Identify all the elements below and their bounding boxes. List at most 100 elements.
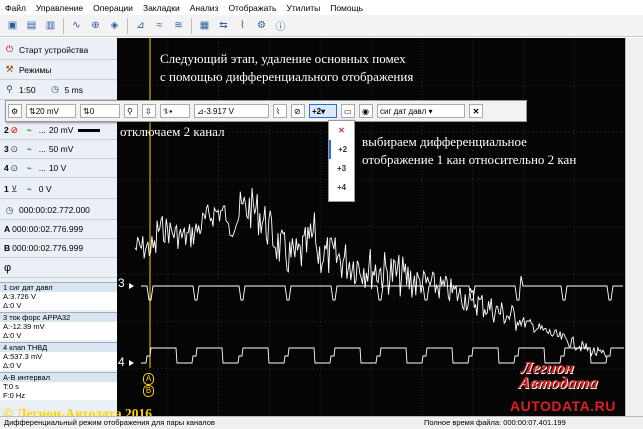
dropdown-item-4[interactable]: +4 — [329, 178, 354, 197]
coupling-select[interactable]: ⥮▾ — [160, 104, 190, 118]
color-icon[interactable]: ◉ — [359, 104, 373, 118]
menu-operations[interactable]: Операции — [88, 3, 138, 13]
info-icon[interactable]: ⓘ — [273, 18, 288, 33]
channel-3-level-marker — [129, 283, 134, 289]
print-icon[interactable]: ▥ — [43, 18, 58, 33]
panel-header-3: 4 клап ТНВД — [0, 342, 117, 352]
cursor-b-row[interactable]: B 000:00:02.776.999 — [0, 239, 117, 258]
menu-bar: Файл Управление Операции Закладки Анализ… — [0, 0, 643, 16]
open-icon[interactable]: ▣ — [5, 18, 20, 33]
annotation-diff-2: отображение 1 кан относительно 2 кан — [362, 152, 577, 167]
sidebar: ⏻ Старт устройства ⚒ Режимы ⚲ 1:50 ◷ 5 m… — [0, 38, 118, 416]
disabled-icon[interactable]: ⊘ — [9, 125, 20, 136]
offset-select[interactable]: ⇅0 — [80, 104, 120, 118]
vertical-scrollbar[interactable] — [625, 38, 643, 416]
main-toolbar: ▣ ▤ ▥ ∿ ⊕ ◈ ⊿ ≈ ≋ ▦ ⇆ ⌇ ⚙ ⓘ — [0, 15, 643, 37]
menu-control[interactable]: Управление — [31, 3, 88, 13]
cursor-a-label: A — [4, 224, 11, 234]
filter-icon[interactable]: ⌇ — [235, 18, 250, 33]
disable-icon[interactable]: ⊘ — [291, 104, 305, 118]
modes-button[interactable]: ⚒ Режимы — [0, 60, 117, 80]
menu-display[interactable]: Отображать — [223, 3, 281, 13]
channel-settings-toolbar: ⚙ ⇅20 mV ⇅0 ⚲ ⇳ ⥮▾ ⊿-3.917 V ⌇ ⊘ +2▾ ▭ ◉… — [5, 100, 527, 122]
channel-4-row[interactable]: 4 ⊙ ⌁ ... 10 V — [0, 159, 117, 178]
save-icon[interactable]: ▤ — [24, 18, 39, 33]
menu-analysis[interactable]: Анализ — [185, 3, 224, 13]
channel-4-marker[interactable]: 4 — [118, 355, 125, 369]
close-icon[interactable]: ✕ — [469, 104, 483, 118]
timebase-value[interactable]: 5 ms — [65, 85, 83, 95]
panel-value-1a: A:3.726 V — [0, 292, 117, 301]
menu-help[interactable]: Помощь — [325, 3, 368, 13]
settings-circle-icon[interactable]: ⊙ — [9, 163, 20, 174]
signal-icon: ⌁ — [26, 143, 32, 154]
phase-row[interactable]: φ — [0, 259, 117, 278]
channel-name-field[interactable]: сиг дат давл ▾ — [377, 104, 465, 118]
grid-icon[interactable]: ▦ — [197, 18, 212, 33]
panel-header-1: 1 сиг дат давл — [0, 282, 117, 292]
filter-icon[interactable]: ⌇ — [273, 104, 287, 118]
channel-2-color-line — [78, 128, 101, 132]
status-left: Дифференциальный режим отображения для п… — [4, 418, 215, 427]
dropdown-item-2[interactable]: +2 — [329, 140, 354, 159]
ratio-value[interactable]: 1:50 — [19, 85, 36, 95]
channel-icon[interactable]: ≋ — [171, 18, 186, 33]
clock-icon: ◷ — [5, 204, 14, 215]
channel-3-row[interactable]: 3 ⊙ ⌁ ... 50 mV — [0, 140, 117, 159]
panel-value-3a: A:537.3 mV — [0, 352, 117, 361]
channel-2-row[interactable]: 2 ⊘ ⌁ ... 20 mV — [0, 121, 117, 140]
cursor-t-row[interactable]: ◷ 000:00:02.772.000 — [0, 201, 117, 220]
measure-icon[interactable]: ⇆ — [216, 18, 231, 33]
settings-circle-icon[interactable]: ⊙ — [9, 144, 20, 155]
range-select[interactable]: ⇅20 mV — [26, 104, 76, 118]
scope-traces — [129, 187, 624, 366]
dropdown-item-none[interactable]: ✕ — [329, 121, 354, 140]
annotation-channel-off: отключаем 2 канал — [120, 124, 225, 139]
panel-header-4: A-B интервал — [0, 372, 117, 382]
panel-value-4b: F:0 Hz — [0, 391, 117, 400]
modes-icon: ⚒ — [5, 64, 14, 74]
toolbar-separator — [127, 17, 128, 34]
status-bar: Дифференциальный режим отображения для п… — [0, 416, 643, 429]
trigger-row[interactable]: 1 ⊻ ⌁ 0 V — [0, 180, 117, 199]
channel-3-marker[interactable]: 3 — [118, 276, 125, 290]
gear-icon[interactable]: ⚙ — [8, 104, 22, 118]
menu-file[interactable]: Файл — [0, 3, 31, 13]
menu-utilities[interactable]: Утилиты — [281, 3, 325, 13]
annotation-title-1: Следующий этап, удаление основных помех — [160, 51, 406, 66]
chart-icon[interactable]: ∿ — [69, 18, 84, 33]
probe-icon: ⚲ — [6, 84, 13, 94]
panel-header-2: 3 ток форс APPA32 — [0, 312, 117, 322]
cursor-a-handle[interactable]: A — [143, 373, 154, 385]
dropdown-item-3[interactable]: +3 — [329, 159, 354, 178]
cursor-a-row[interactable]: A 000:00:02.776.999 — [0, 220, 117, 239]
level-field[interactable]: ⊿-3.917 V — [194, 104, 269, 118]
trigger-icon: ⊻ — [10, 183, 18, 194]
zoom-icon[interactable]: ⊕ — [88, 18, 103, 33]
probe-icon[interactable]: ⚲ — [124, 104, 138, 118]
panel-value-2b: Δ:0 V — [0, 331, 117, 340]
signal-icon: ⌁ — [26, 183, 32, 194]
wave-icon[interactable]: ≈ — [152, 18, 167, 33]
diff-mode-select[interactable]: +2▾ — [309, 104, 337, 118]
trace-channel-1 — [134, 187, 608, 358]
panel-value-1b: Δ:0 V — [0, 301, 117, 310]
cursor-b-handle[interactable]: B — [143, 385, 154, 397]
logo: Легион Автодата — [517, 358, 600, 392]
clock-icon: ◷ — [51, 84, 59, 94]
marker-icon[interactable]: ◈ — [107, 18, 122, 33]
invert-icon[interactable]: ⇳ — [142, 104, 156, 118]
trigger-icon[interactable]: ⊿ — [133, 18, 148, 33]
panel-value-3b: Δ:0 V — [0, 361, 117, 370]
toolbar-separator — [191, 17, 192, 34]
settings-icon[interactable]: ⚙ — [254, 18, 269, 33]
power-icon: ⏻ — [5, 44, 14, 54]
window-icon[interactable]: ▭ — [341, 104, 355, 118]
channel-4-level-marker — [129, 360, 134, 366]
start-device-button[interactable]: ⏻ Старт устройства — [0, 40, 117, 60]
menu-bookmarks[interactable]: Закладки — [138, 3, 185, 13]
timebase-row: ⚲ 1:50 ◷ 5 ms — [0, 80, 117, 100]
annotation-title-2: с помощью дифференциального отображения — [160, 69, 414, 84]
cursor-b-label: B — [4, 243, 11, 253]
logo-url: AUTODATA.RU — [510, 398, 616, 414]
